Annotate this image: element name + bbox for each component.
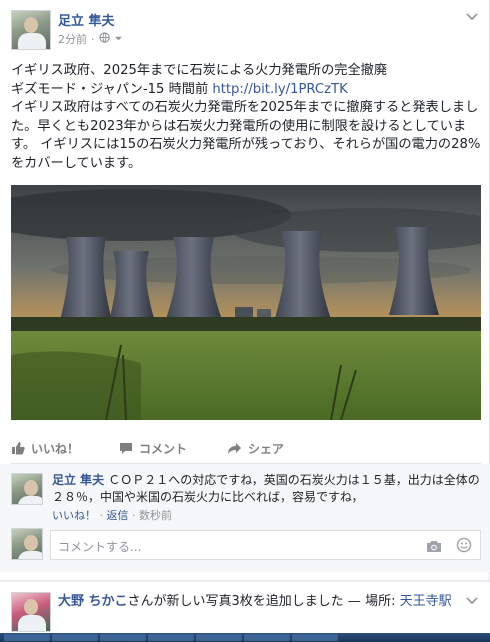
next-post-header: 大野 ちかこさんが新しい写真3枚を追加しました — 場所: 天王寺駅	[58, 592, 458, 612]
post-body: イギリス政府、2025年までに石炭による火力発電所の完全撤廃 ギズモード・ジャパ…	[11, 62, 481, 173]
comment-meta: いいね！ · 返信 · 数秒前	[52, 507, 172, 523]
emoji-icon[interactable]	[456, 537, 472, 557]
post-link[interactable]: http://bit.ly/1PRCzTK	[212, 82, 347, 97]
next-post-action: さんが新しい写真3枚を追加しました — 場所:	[127, 594, 400, 609]
author-avatar[interactable]	[11, 10, 51, 50]
comment-input-placeholder: コメントする...	[58, 540, 142, 554]
comment-meta-sep: ·	[96, 509, 107, 522]
like-button[interactable]: いいね！	[11, 440, 79, 457]
post-description: イギリス政府はすべての石炭火力発電所を2025年までに撤廃すると発表しました。早…	[11, 100, 481, 171]
post-source-line: ギズモード・ジャパン-15 時間前 http://bit.ly/1PRCzTK	[11, 81, 481, 100]
post-actions-bar: いいね！ コメント シェア	[11, 437, 481, 459]
post-author-name[interactable]: 足立 隼夫	[58, 10, 115, 29]
comment-input[interactable]: コメントする...	[50, 530, 481, 560]
comment-like-link[interactable]: いいね！	[52, 509, 96, 522]
share-arrow-icon	[227, 442, 242, 455]
taskbar-item[interactable]	[244, 634, 290, 641]
comment-author[interactable]: 足立 隼夫	[52, 473, 104, 487]
post-source: ギズモード・ジャパン-15 時間前	[11, 81, 213, 97]
like-label: いいね！	[31, 441, 80, 456]
next-post-author[interactable]: 大野 ちかこ	[58, 594, 128, 609]
comments-section: 足立 隼夫 ＣＯＰ２１への対応ですね，英国の石炭火力は１５基，出力は全体の２８％，…	[0, 464, 490, 572]
taskbar-item[interactable]	[196, 634, 242, 641]
comment-bubble-icon	[119, 442, 133, 455]
comment-body: 足立 隼夫 ＣＯＰ２１への対応ですね，英国の石炭火力は１５基，出力は全体の２８％，…	[52, 472, 482, 506]
next-post-chevron-down-icon[interactable]	[466, 594, 478, 608]
os-taskbar	[0, 633, 490, 642]
news-feed-post: 足立 隼夫 2分前 · イギリス政府、2025年までに石炭による火力発電所の完全…	[0, 0, 490, 580]
current-user-avatar	[11, 528, 43, 560]
post-options-chevron-down-icon[interactable]	[466, 10, 478, 24]
comment-button[interactable]: コメント	[119, 440, 187, 457]
share-button[interactable]: シェア	[227, 440, 284, 457]
next-post-avatar[interactable]	[11, 592, 51, 632]
thumbs-up-icon	[11, 441, 25, 455]
privacy-chevron-down-icon[interactable]	[114, 33, 123, 46]
taskbar-item[interactable]	[292, 634, 338, 641]
taskbar-item[interactable]	[100, 634, 146, 641]
next-post-place[interactable]: 天王寺駅	[400, 594, 452, 609]
commenter-avatar[interactable]	[11, 473, 43, 505]
post-meta: 2分前 ·	[58, 31, 123, 47]
post-timestamp[interactable]: 2分前	[58, 31, 87, 47]
comment-timestamp[interactable]: 数秒前	[139, 509, 172, 522]
comment-meta-sep: ·	[128, 509, 139, 522]
taskbar-item[interactable]	[148, 634, 194, 641]
meta-separator: ·	[91, 32, 95, 46]
comment-label: コメント	[139, 441, 188, 456]
post-photo-cooling-towers[interactable]	[11, 185, 481, 420]
globe-icon	[98, 32, 110, 46]
share-label: シェア	[248, 441, 285, 456]
post-headline: イギリス政府、2025年までに石炭による火力発電所の完全撤廃	[11, 63, 388, 78]
taskbar-item[interactable]	[52, 634, 98, 641]
taskbar-item[interactable]	[4, 634, 50, 641]
comment-text: ＣＯＰ２１への対応ですね，英国の石炭火力は１５基，出力は全体の２８％，中国や米国…	[52, 473, 480, 504]
comment-reply-link[interactable]: 返信	[107, 509, 129, 522]
camera-icon[interactable]	[426, 538, 442, 557]
